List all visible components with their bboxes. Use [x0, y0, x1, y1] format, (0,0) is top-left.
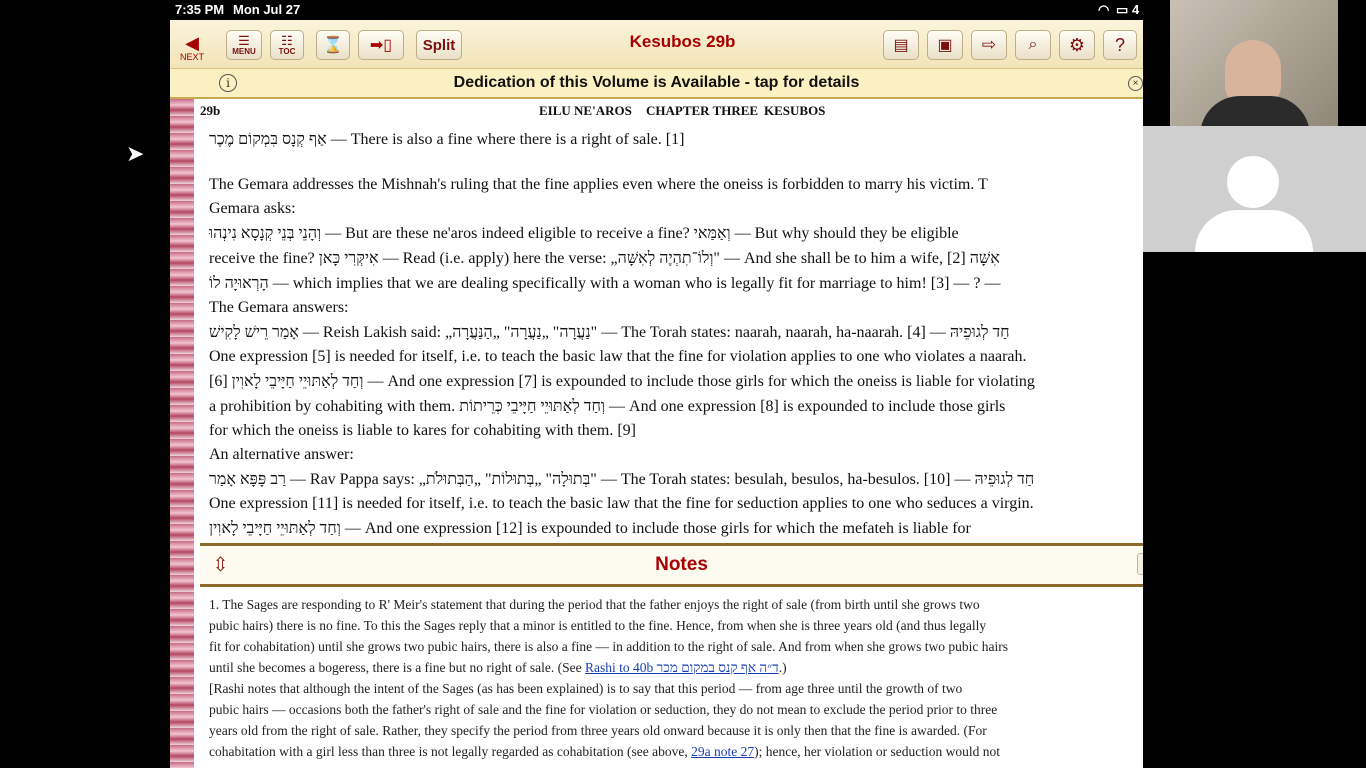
- text-line: וְחַד לְאַתּוּיֵי חַיָּיבֵי לָאוִין — An…: [209, 520, 971, 537]
- header-section: EILU NE'AROS: [539, 103, 632, 118]
- text-line: One expression [5] is needed for itself,…: [209, 348, 1027, 365]
- toolbar: ◀ NEXT ☰ MENU ☷ TOC ⌛ ➡▯ Split Kesubos 2…: [170, 20, 1143, 69]
- library-icon: ▤: [893, 37, 909, 54]
- next-button[interactable]: ◀ NEXT: [176, 34, 208, 62]
- briefcase-icon: ▣: [937, 37, 953, 54]
- help-icon: ?: [1114, 34, 1125, 55]
- forward-button[interactable]: ⇨: [971, 30, 1007, 60]
- text-line: An alternative answer:: [209, 446, 354, 463]
- notes-help-button[interactable]: ?: [1137, 553, 1143, 575]
- toc-label: TOC: [278, 46, 296, 56]
- back-arrow-icon: ◀: [185, 33, 199, 53]
- bookmark-button[interactable]: ➡▯: [358, 30, 404, 60]
- note-line: fit for cohabitation) until she grows tw…: [209, 639, 1008, 654]
- text-line: One expression [11] is needed for itself…: [209, 495, 1034, 512]
- text-line: הָרְאוּיָה לוֹ — which implies that we a…: [209, 275, 1001, 292]
- split-button[interactable]: Split: [416, 30, 462, 60]
- gear-icon: ⚙: [1068, 34, 1086, 55]
- text-line: a prohibition by cohabiting with them. ו…: [209, 398, 1006, 415]
- note-line: years old from the right of sale. Rather…: [209, 723, 987, 738]
- dedication-banner[interactable]: i Dedication of this Volume is Available…: [170, 69, 1143, 99]
- note-line: pubic hairs — occasions both the father'…: [209, 702, 998, 717]
- note-line: 1. The Sages are responding to R' Meir's…: [209, 597, 980, 612]
- note-ref-link[interactable]: 29a note 27: [691, 744, 754, 759]
- note-line: [Rashi notes that although the intent of…: [209, 681, 963, 696]
- notes-header: ⇳ Notes ?: [200, 543, 1143, 587]
- dedication-text[interactable]: Dedication of this Volume is Available -…: [170, 74, 1143, 92]
- text-line: The Gemara answers:: [209, 299, 349, 316]
- text-line: אַף קְנָס בִּמְקוֹם מֶכֶר — There is als…: [209, 131, 685, 148]
- participant-body: [1200, 96, 1310, 126]
- close-icon[interactable]: ×: [1128, 76, 1143, 91]
- text-line: for which the oneiss is liable to kares …: [209, 422, 637, 439]
- status-bar: 7:35 PM Mon Jul 27 ◠ ▭ 4: [170, 0, 1143, 20]
- rashi-link[interactable]: Rashi to 40b ד״ה אף קנס במקום מכר: [585, 660, 779, 675]
- status-date: Mon Jul 27: [233, 2, 301, 17]
- briefcase-button[interactable]: ▣: [927, 30, 963, 60]
- text-line: אָמַר רֵישׁ לָקִישׁ — Reish Lakish said:…: [209, 324, 1010, 341]
- page-margin-decoration: [170, 99, 194, 768]
- text-line: Gemara asks:: [209, 200, 296, 217]
- text-line: וְהָנֵי בְּנֵי קְנָסָא נִינְהוּ — But ar…: [209, 225, 959, 242]
- menu-button[interactable]: ☰ MENU: [226, 30, 262, 60]
- search-button[interactable]: ⌕: [1015, 30, 1051, 60]
- screen-mirror-icon: ▭: [1116, 2, 1129, 17]
- history-button[interactable]: ⌛: [316, 30, 350, 60]
- toc-button[interactable]: ☷ TOC: [270, 30, 304, 60]
- note-line: cohabitation with a girl less than three…: [209, 744, 1001, 759]
- hourglass-icon: ⌛: [323, 37, 343, 54]
- notes-title: Notes: [655, 554, 708, 575]
- header-chapter: CHAPTER THREE: [646, 103, 759, 118]
- library-button[interactable]: ▤: [883, 30, 919, 60]
- bookmark-arrow-icon: ➡▯: [369, 37, 393, 54]
- mouse-cursor-icon: ➤: [126, 142, 145, 167]
- menu-label: MENU: [232, 46, 256, 56]
- battery-level: 4: [1132, 2, 1140, 17]
- toc-icon: ☷: [281, 32, 293, 48]
- text-line: receive the fine? אִיקְּרִי כָּאן — Read…: [209, 250, 1000, 267]
- talmud-reader-app: ◀ NEXT ☰ MENU ☷ TOC ⌛ ➡▯ Split Kesubos 2…: [170, 20, 1143, 768]
- forward-arrow-icon: ⇨: [981, 35, 997, 54]
- text-line: The Gemara addresses the Mishnah's rulin…: [209, 176, 988, 193]
- folio-number: 29b: [200, 103, 221, 118]
- participant-video[interactable]: [1170, 0, 1338, 126]
- text-line: רַב פָּפָּא אָמַר — Rav Pappa says: „בְּ…: [209, 471, 1035, 488]
- note-line: until she becomes a bogeress, there is a…: [209, 660, 787, 675]
- text-line: [6] וְחַד לְאַתּוּיֵי חַיָּיבֵי לָאוִין …: [209, 373, 1035, 390]
- search-icon: ⌕: [1028, 36, 1038, 53]
- header-tractate: KESUBOS: [764, 103, 826, 118]
- avatar-icon: [1227, 156, 1279, 208]
- note-line: pubic hairs) there is no fine. To this t…: [209, 618, 987, 633]
- next-label: NEXT: [179, 52, 204, 62]
- settings-button[interactable]: ⚙: [1059, 30, 1095, 60]
- help-button[interactable]: ?: [1103, 30, 1137, 60]
- menu-icon: ☰: [238, 32, 250, 48]
- status-time: 7:35 PM: [175, 2, 225, 17]
- page-title: Kesubos 29b: [629, 32, 736, 51]
- wifi-icon: ◠: [1098, 2, 1110, 17]
